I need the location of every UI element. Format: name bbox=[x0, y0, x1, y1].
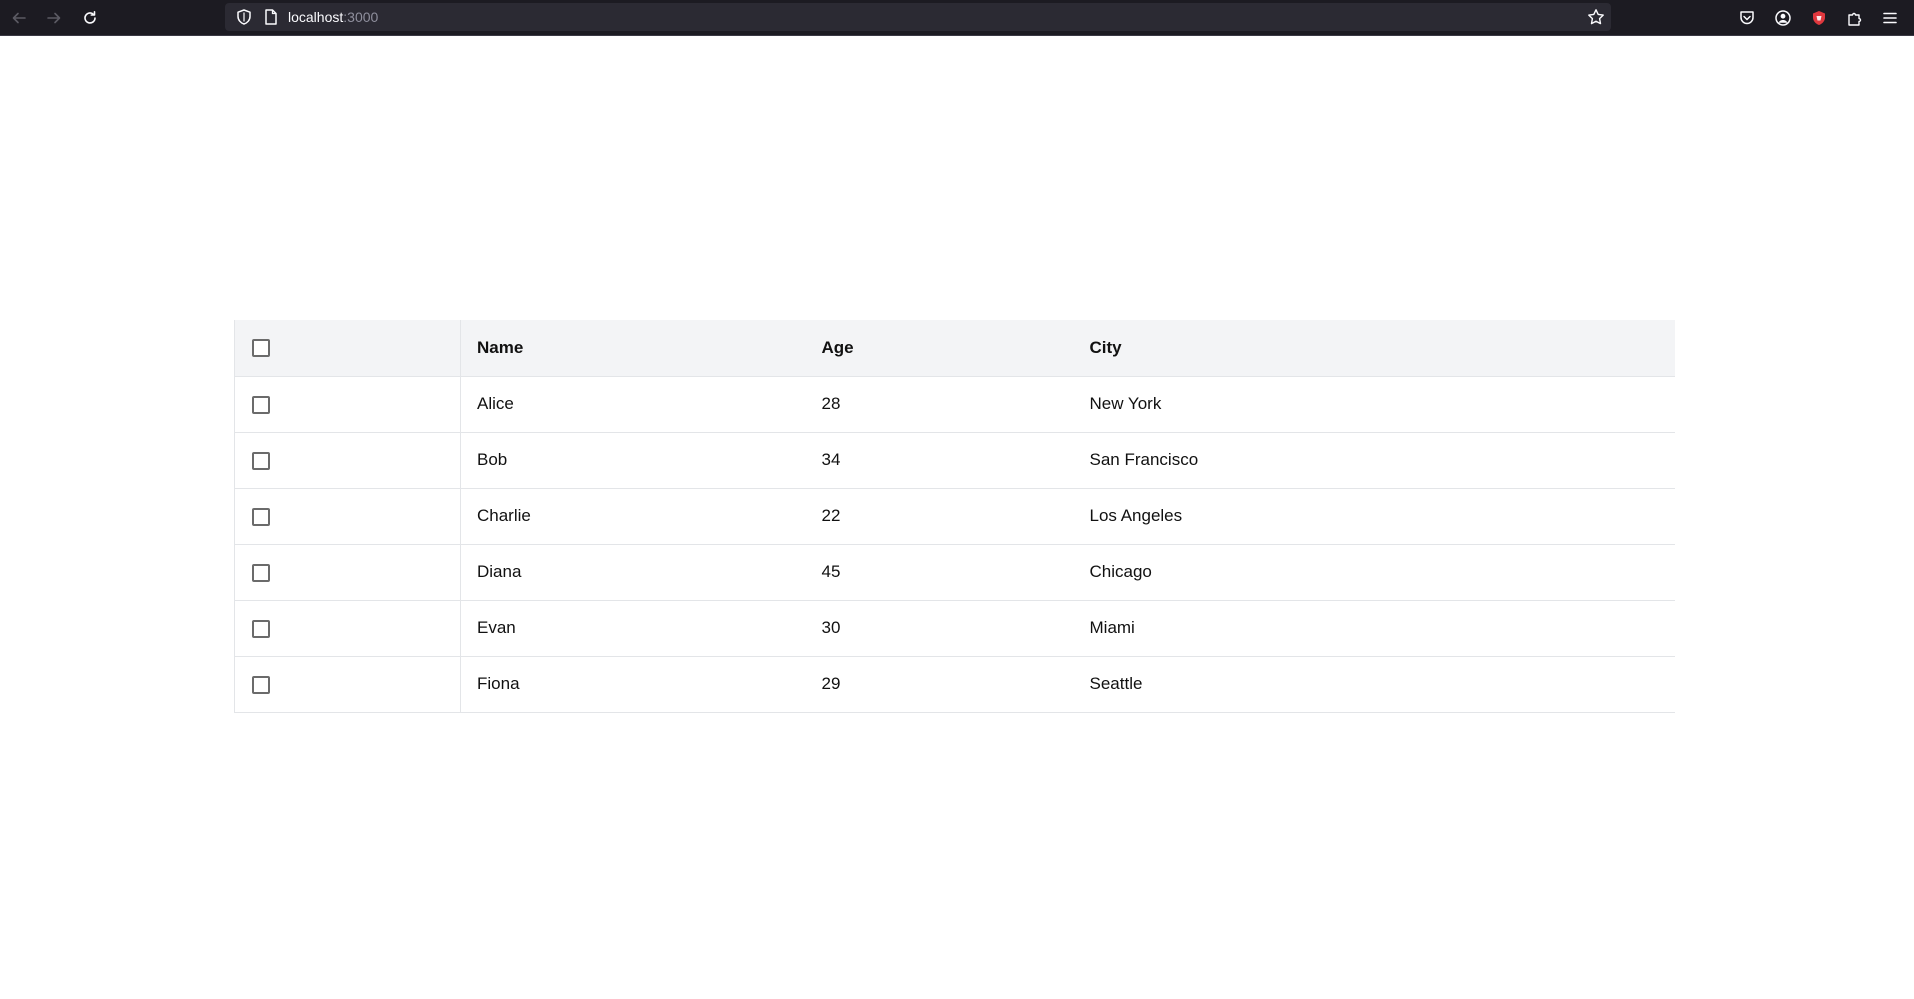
address-bar[interactable]: localhost:3000 bbox=[225, 3, 1611, 31]
cell-name: Diana bbox=[460, 544, 822, 601]
column-header-city[interactable]: City bbox=[1089, 320, 1675, 377]
cell-age: 22 bbox=[821, 488, 1090, 545]
pocket-icon bbox=[1740, 11, 1754, 25]
column-header-age[interactable]: Age bbox=[821, 320, 1090, 377]
url-text[interactable]: localhost:3000 bbox=[288, 9, 378, 25]
cell-city: San Francisco bbox=[1089, 432, 1675, 489]
arrow-right-icon bbox=[47, 12, 61, 24]
table-row: Bob 34 San Francisco bbox=[234, 432, 1675, 489]
cell-name: Fiona bbox=[460, 656, 822, 713]
reload-icon bbox=[84, 11, 96, 24]
app-menu-button[interactable] bbox=[1878, 6, 1902, 30]
select-all-cell bbox=[234, 320, 461, 377]
table-row: Fiona 29 Seattle bbox=[234, 656, 1675, 713]
cell-city: Chicago bbox=[1089, 544, 1675, 601]
table-row: Alice 28 New York bbox=[234, 376, 1675, 433]
cell-age: 30 bbox=[821, 600, 1090, 657]
row-select-cell bbox=[234, 432, 461, 489]
table-row: Evan 30 Miami bbox=[234, 600, 1675, 657]
cell-city: Seattle bbox=[1089, 656, 1675, 713]
pocket-button[interactable] bbox=[1735, 6, 1759, 30]
cell-age: 45 bbox=[821, 544, 1090, 601]
extensions-button[interactable] bbox=[1843, 6, 1867, 30]
cell-age: 34 bbox=[821, 432, 1090, 489]
table-row: Diana 45 Chicago bbox=[234, 544, 1675, 601]
row-checkbox[interactable] bbox=[252, 563, 270, 582]
select-all-checkbox[interactable] bbox=[252, 339, 270, 358]
hamburger-menu-icon bbox=[1883, 12, 1897, 24]
row-select-cell bbox=[234, 656, 461, 713]
cell-name: Evan bbox=[460, 600, 822, 657]
table-row: Charlie 22 Los Angeles bbox=[234, 488, 1675, 545]
row-select-cell bbox=[234, 600, 461, 657]
url-port: :3000 bbox=[343, 9, 379, 25]
table-header-row: Name Age City bbox=[234, 320, 1675, 377]
page-icon bbox=[265, 9, 277, 25]
url-host: localhost bbox=[288, 9, 344, 25]
account-button[interactable] bbox=[1771, 6, 1795, 30]
reload-button[interactable] bbox=[78, 6, 102, 30]
arrow-left-icon bbox=[12, 12, 26, 24]
extension-badge-icon bbox=[1813, 11, 1825, 25]
extension-badge-button[interactable] bbox=[1807, 6, 1831, 30]
row-checkbox[interactable] bbox=[252, 507, 270, 526]
row-select-cell bbox=[234, 544, 461, 601]
shield-icon bbox=[237, 9, 251, 25]
cell-name: Bob bbox=[460, 432, 822, 489]
table-header: Name Age City bbox=[234, 320, 1675, 377]
bookmark-button[interactable] bbox=[1587, 8, 1605, 31]
tracking-protection-button[interactable] bbox=[235, 8, 253, 31]
cell-name: Alice bbox=[460, 376, 822, 433]
column-header-name[interactable]: Name bbox=[460, 320, 822, 377]
forward-button[interactable] bbox=[42, 6, 66, 30]
cell-city: Los Angeles bbox=[1089, 488, 1675, 545]
row-select-cell bbox=[234, 376, 461, 433]
cell-age: 29 bbox=[821, 656, 1090, 713]
row-checkbox[interactable] bbox=[252, 619, 270, 638]
table-body: Alice 28 New York Bob 34 San Francisco C… bbox=[234, 376, 1675, 713]
star-icon bbox=[1588, 9, 1604, 25]
row-checkbox[interactable] bbox=[252, 675, 270, 694]
row-select-cell bbox=[234, 488, 461, 545]
browser-toolbar: localhost:3000 bbox=[0, 0, 1914, 36]
row-checkbox[interactable] bbox=[252, 395, 270, 414]
cell-city: New York bbox=[1089, 376, 1675, 433]
cell-city: Miami bbox=[1089, 600, 1675, 657]
data-table-container: Name Age City Alice 28 New York Bob 34 S… bbox=[234, 320, 1675, 713]
cell-name: Charlie bbox=[460, 488, 822, 545]
data-table: Name Age City Alice 28 New York Bob 34 S… bbox=[234, 320, 1675, 713]
site-info-button[interactable] bbox=[263, 8, 279, 31]
back-button[interactable] bbox=[7, 6, 31, 30]
cell-age: 28 bbox=[821, 376, 1090, 433]
puzzle-icon bbox=[1848, 12, 1862, 26]
account-icon bbox=[1775, 10, 1791, 26]
row-checkbox[interactable] bbox=[252, 451, 270, 470]
